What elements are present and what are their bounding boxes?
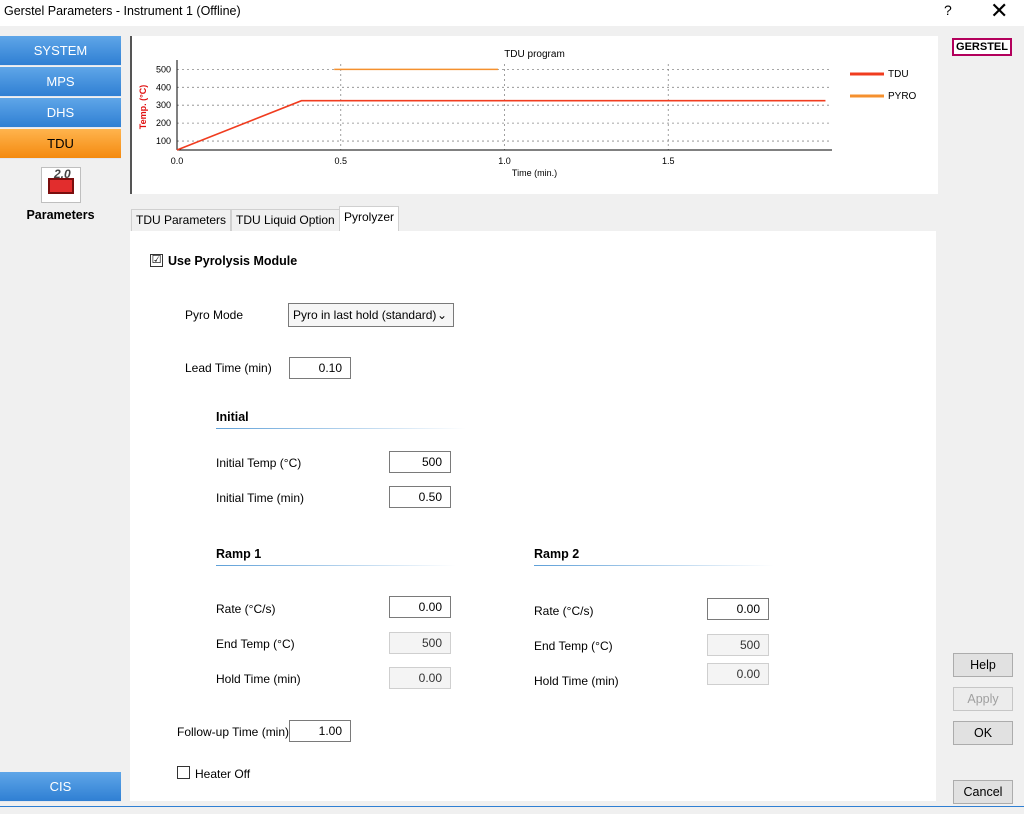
tdu-program-chart: TDU program 100 200 300 400 500 0.0 0.5 1.0 1.5 Ti…	[130, 36, 938, 194]
x-tick-label: 0.0	[171, 156, 184, 166]
y-axis-label: Temp. (°C)	[138, 85, 148, 129]
cancel-button[interactable]: Cancel	[953, 780, 1013, 804]
help-icon[interactable]: ?	[944, 2, 952, 18]
ramp1-rate-field[interactable]: 0.00	[389, 596, 451, 618]
left-nav: SYSTEM MPS DHS TDU	[0, 36, 121, 806]
initial-time-field[interactable]: 0.50	[389, 486, 451, 508]
bottom-border	[0, 806, 1024, 814]
ramp2-divider	[534, 565, 774, 566]
chevron-down-icon: ⌄	[436, 308, 447, 322]
use-pyrolysis-label: Use Pyrolysis Module	[168, 254, 298, 268]
pyro-mode-label: Pyro Mode	[185, 308, 244, 322]
ok-button[interactable]: OK	[953, 721, 1013, 745]
ramp1-hold-label: Hold Time (min)	[216, 672, 301, 686]
close-icon[interactable]: ✕	[990, 0, 1008, 24]
use-pyrolysis-checkbox[interactable]: ☑	[150, 254, 163, 267]
nav-system[interactable]: SYSTEM	[0, 36, 121, 66]
followup-time-label: Follow-up Time (min)	[177, 725, 290, 739]
x-axis-label: Time (min.)	[512, 168, 557, 178]
initial-temp-label: Initial Temp (°C)	[216, 456, 302, 470]
ramp1-hold-field: 0.00	[389, 667, 451, 689]
lead-time-label: Lead Time (min)	[185, 361, 272, 375]
nav-dhs[interactable]: DHS	[0, 98, 121, 128]
gerstel-logo: GERSTEL	[952, 38, 1012, 56]
ramp1-end-field: 500	[389, 632, 451, 654]
nav-tdu[interactable]: TDU	[0, 129, 121, 159]
initial-divider	[216, 428, 466, 429]
y-tick-label: 200	[156, 118, 171, 128]
pyrolyzer-panel	[130, 231, 936, 801]
ramp1-end-label: End Temp (°C)	[216, 637, 295, 651]
ramp1-divider	[216, 565, 456, 566]
y-tick-label: 400	[156, 82, 171, 92]
y-tick-label: 300	[156, 100, 171, 110]
y-tick-label: 100	[156, 136, 171, 146]
title-bar: Gerstel Parameters - Instrument 1 (Offli…	[0, 0, 1024, 26]
nav-mps[interactable]: MPS	[0, 67, 121, 97]
x-tick-label: 1.0	[498, 156, 511, 166]
parameters-icon[interactable]: 2.0	[41, 167, 81, 203]
tab-pyrolyzer[interactable]: Pyrolyzer	[339, 206, 400, 232]
parameters-label[interactable]: Parameters	[0, 208, 121, 222]
tab-tdu-parameters[interactable]: TDU Parameters	[131, 209, 232, 231]
nav-cis[interactable]: CIS	[0, 772, 121, 802]
x-tick-label: 0.5	[334, 156, 347, 166]
ramp2-rate-field[interactable]: 0.00	[707, 598, 769, 620]
pyro-mode-value: Pyro in last hold (standard)	[293, 308, 437, 322]
ramp2-end-field: 500	[707, 634, 769, 656]
x-tick-label: 1.5	[662, 156, 675, 166]
help-button[interactable]: Help	[953, 653, 1013, 677]
initial-time-label: Initial Time (min)	[216, 491, 305, 505]
legend-label-pyro: PYRO	[888, 91, 917, 102]
tab-tdu-liquid-option[interactable]: TDU Liquid Option	[231, 209, 340, 231]
pyro-mode-select[interactable]: Pyro in last hold (standard) ⌄	[288, 303, 454, 327]
parameters-icon-body	[48, 178, 74, 194]
ramp2-hold-label: Hold Time (min)	[534, 674, 619, 688]
legend-label-tdu: TDU	[888, 69, 909, 80]
lead-time-field[interactable]: 0.10	[289, 357, 351, 379]
followup-time-field[interactable]: 1.00	[289, 720, 351, 742]
ramp2-rate-label: Rate (°C/s)	[534, 604, 594, 618]
initial-heading: Initial	[216, 410, 249, 424]
chart-title: TDU program	[504, 49, 565, 60]
heater-off-label: Heater Off	[195, 767, 251, 781]
heater-off-checkbox[interactable]	[177, 766, 190, 779]
apply-button[interactable]: Apply	[953, 687, 1013, 711]
ramp1-heading: Ramp 1	[216, 547, 262, 561]
y-tick-label: 500	[156, 64, 171, 74]
initial-temp-field[interactable]: 500	[389, 451, 451, 473]
ramp1-rate-label: Rate (°C/s)	[216, 602, 276, 616]
series-line-tdu	[176, 99, 826, 151]
ramp2-hold-field: 0.00	[707, 663, 769, 685]
window-title: Gerstel Parameters - Instrument 1 (Offli…	[4, 4, 241, 18]
chart-svg: TDU program 100 200 300 400 500 0.0 0.5 1.0 1.5 Ti…	[138, 49, 917, 178]
ramp2-end-label: End Temp (°C)	[534, 639, 613, 653]
ramp2-heading: Ramp 2	[534, 547, 580, 561]
